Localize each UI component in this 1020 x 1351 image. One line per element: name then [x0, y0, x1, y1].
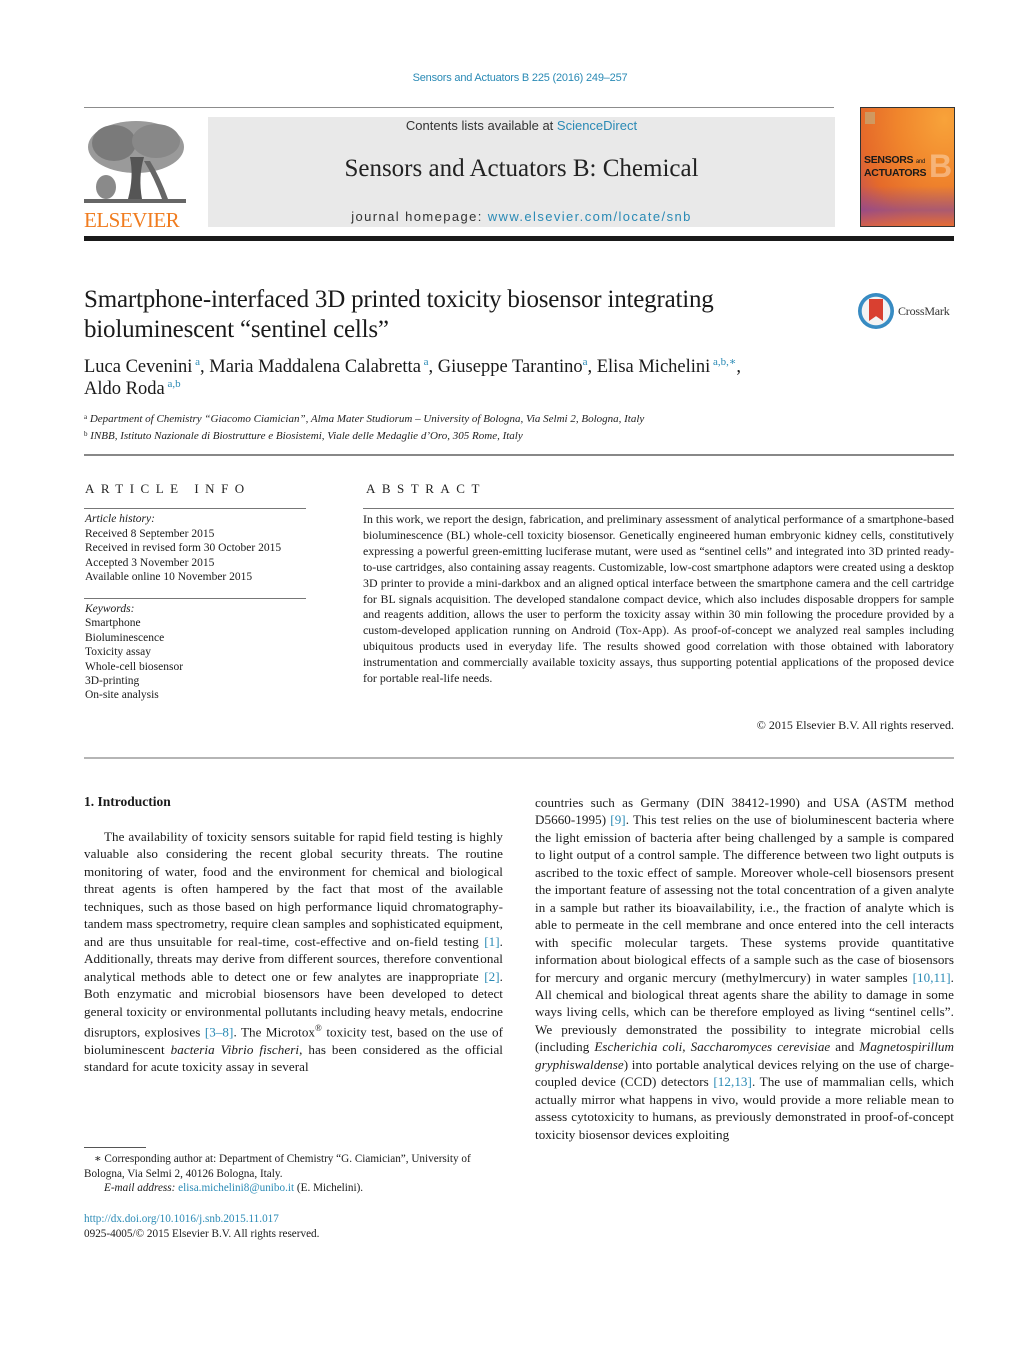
body-divider — [84, 757, 954, 759]
crossmark-icon — [858, 293, 894, 329]
author-name[interactable]: Aldo Roda — [84, 379, 165, 399]
affiliations: a Department of Chemistry “Giacomo Ciami… — [84, 410, 954, 444]
citation-link[interactable]: [2] — [484, 969, 499, 984]
history-item: Accepted 3 November 2015 — [85, 556, 215, 569]
journal-homepage-link[interactable]: www.elsevier.com/locate/snb — [488, 209, 692, 224]
cover-title: SENSORS and ACTUATORS — [864, 154, 927, 179]
citation-link[interactable]: [10,11] — [913, 970, 951, 985]
affiliation-item: b INBB, Istituto Nazionale di Biostruttu… — [84, 430, 523, 442]
author-name[interactable]: Elisa Michelini — [597, 357, 711, 377]
journal-masthead: Contents lists available at ScienceDirec… — [208, 117, 835, 227]
email-link[interactable]: elisa.michelini8@unibo.it — [178, 1182, 294, 1194]
cover-line1-small: and — [915, 159, 925, 165]
doi-link[interactable]: http://dx.doi.org/10.1016/j.snb.2015.11.… — [84, 1213, 279, 1225]
abstract-copyright: © 2015 Elsevier B.V. All rights reserved… — [756, 718, 954, 732]
header-thick-rule — [84, 236, 954, 241]
paragraph: countries such as Germany (DIN 38412-199… — [535, 795, 954, 1142]
header-rule — [84, 107, 834, 108]
abstract-rule — [363, 508, 954, 509]
homepage-prefix: journal homepage: — [351, 209, 488, 224]
issn-copyright: 0925-4005/© 2015 Elsevier B.V. All right… — [84, 1228, 320, 1240]
keywords: Keywords: Smartphone Bioluminescence Tox… — [85, 602, 315, 703]
author-name[interactable]: Maria Maddalena Calabretta — [209, 357, 421, 377]
footnote-rule — [84, 1147, 146, 1148]
citation-link[interactable]: [3–8] — [205, 1024, 234, 1039]
keyword-item: Toxicity assay — [85, 646, 151, 659]
author-affil-mark[interactable]: a — [192, 356, 200, 368]
paragraph: The availability of toxicity sensors sui… — [84, 829, 504, 1075]
journal-citation-link[interactable]: Sensors and Actuators B 225 (2016) 249–2… — [0, 72, 1020, 84]
crossmark-button[interactable]: CrossMark — [858, 291, 958, 331]
article-info-heading: ARTICLE INFO — [85, 481, 251, 496]
cover-line1: SENSORS — [864, 154, 914, 166]
citation-link[interactable]: [9] — [610, 812, 625, 827]
cover-letter: B — [929, 148, 953, 184]
keyword-item: Whole-cell biosensor — [85, 660, 184, 673]
keyword-item: Bioluminescence — [85, 631, 165, 644]
crossmark-label: CrossMark — [898, 303, 950, 318]
article-title-line1: Smartphone-interfaced 3D printed toxicit… — [84, 286, 714, 313]
elsevier-tree-icon — [84, 117, 186, 205]
section-heading-introduction: 1. Introduction — [84, 794, 171, 809]
contents-line: Contents lists available at ScienceDirec… — [208, 117, 835, 133]
contents-prefix: Contents lists available at — [405, 118, 557, 133]
elsevier-logo: ELSEVIER — [84, 117, 188, 232]
author-name[interactable]: Giuseppe Tarantino — [438, 357, 583, 377]
section-divider — [84, 454, 954, 456]
body-column-left: The availability of toxicity sensors sui… — [84, 828, 503, 1076]
keyword-item: 3D-printing — [85, 675, 140, 688]
crossmark-ribbon-icon — [869, 299, 883, 321]
keywords-label: Keywords: — [85, 603, 135, 615]
history-item: Received 8 September 2015 — [85, 527, 215, 540]
article-title-line2: bioluminescent “sentinel cells” — [84, 316, 389, 343]
author-affil-mark[interactable]: a — [421, 356, 429, 368]
article-title: Smartphone-interfaced 3D printed toxicit… — [84, 285, 844, 345]
citation-link[interactable]: [12,13] — [713, 1074, 752, 1089]
author-affil-mark[interactable]: a,b,∗ — [710, 356, 736, 368]
keyword-item: Smartphone — [85, 617, 141, 630]
author-list: Luca Cevenini a, Maria Maddalena Calabre… — [84, 356, 742, 400]
body-column-right: countries such as Germany (DIN 38412-199… — [535, 794, 954, 1143]
homepage-line: journal homepage: www.elsevier.com/locat… — [208, 209, 835, 224]
email-note: E-mail address: elisa.michelini8@unibo.i… — [104, 1182, 364, 1195]
corresponding-author-note: ∗ Corresponding author at: Department of… — [84, 1153, 471, 1180]
journal-title: Sensors and Actuators B: Chemical — [344, 155, 699, 182]
footnotes: ∗ Corresponding author at: Department of… — [84, 1152, 509, 1196]
author-name[interactable]: Luca Cevenini — [84, 357, 192, 377]
abstract-heading: ABSTRACT — [366, 481, 486, 496]
history-label: Article history: — [85, 513, 155, 525]
history-item: Received in revised form 30 October 2015 — [85, 542, 282, 554]
elsevier-wordmark: ELSEVIER — [84, 208, 180, 232]
journal-cover-thumbnail[interactable]: B SENSORS and ACTUATORS — [860, 107, 955, 227]
article-info-rule — [84, 598, 306, 599]
citation-link[interactable]: [1] — [484, 934, 499, 949]
doi-block: http://dx.doi.org/10.1016/j.snb.2015.11.… — [84, 1212, 319, 1242]
article-info-rule — [84, 508, 306, 509]
history-item: Available online 10 November 2015 — [85, 571, 253, 583]
affiliation-item: a Department of Chemistry “Giacomo Ciami… — [84, 413, 645, 425]
keyword-item: On-site analysis — [85, 689, 159, 702]
article-history: Article history: Received 8 September 20… — [85, 512, 315, 585]
cover-line2: ACTUATORS — [864, 167, 927, 179]
abstract-text: In this work, we report the design, fabr… — [363, 512, 954, 686]
cover-publisher-icon — [865, 112, 875, 124]
author-affil-mark[interactable]: a,b — [165, 378, 180, 390]
sciencedirect-link[interactable]: ScienceDirect — [557, 118, 637, 133]
